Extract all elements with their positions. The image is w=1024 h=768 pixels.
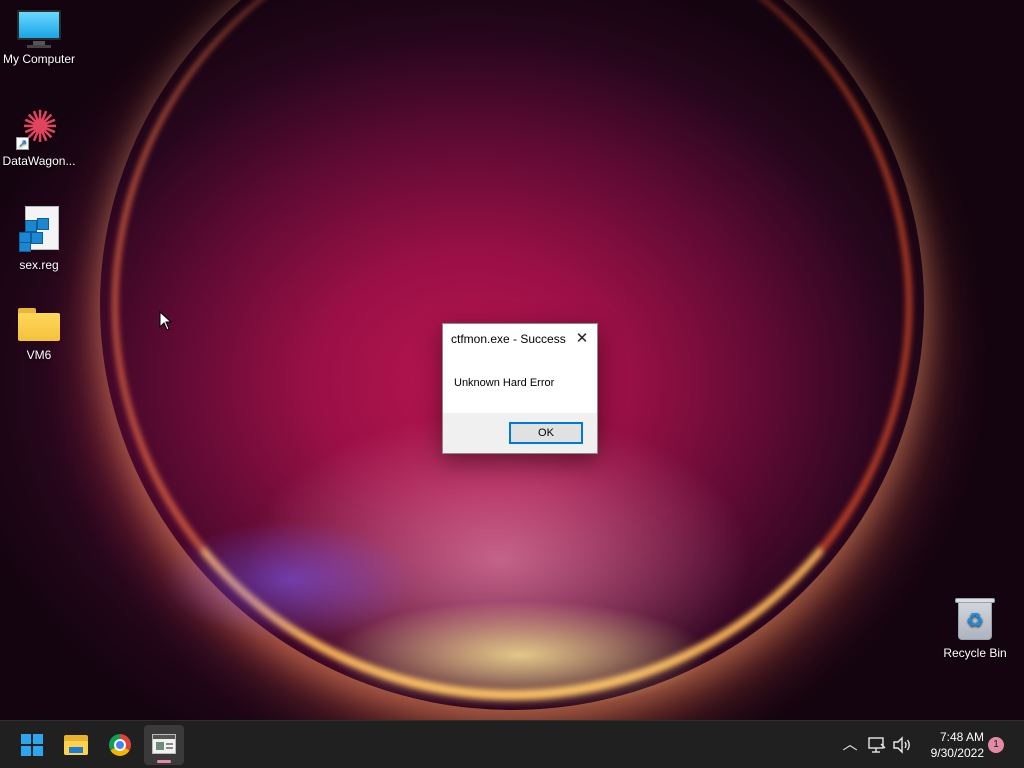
- active-indicator: [157, 760, 171, 763]
- dialog-footer: OK: [443, 413, 597, 453]
- taskbar-clock[interactable]: 7:48 AM 9/30/2022: [920, 729, 984, 761]
- taskbar-chrome[interactable]: [100, 725, 140, 765]
- mouse-cursor-icon: [159, 311, 173, 331]
- clock-date: 9/30/2022: [930, 746, 984, 760]
- monitor-icon: [17, 10, 61, 48]
- start-button[interactable]: [12, 725, 52, 765]
- desktop-icon-datawagon[interactable]: ✺ ↗ DataWagon...: [0, 103, 78, 169]
- desktop-icon-vm6[interactable]: VM6: [0, 304, 78, 362]
- desktop-icon-my-computer[interactable]: My Computer: [0, 10, 78, 66]
- taskbar: ︿ 7:48 AM 9/30/2022 1: [0, 720, 1024, 768]
- desktop-icon-label: VM6: [26, 348, 52, 362]
- dialog-title: ctfmon.exe - Success: [451, 332, 566, 346]
- taskbar-active-window[interactable]: [144, 725, 184, 765]
- recycle-bin-icon: ♻: [955, 596, 995, 642]
- app-window-icon: [152, 734, 176, 754]
- notification-badge[interactable]: 1: [988, 737, 1004, 753]
- app-shortcut-icon: ✺ ↗: [16, 103, 59, 152]
- chrome-icon: [109, 734, 131, 756]
- desktop-icon-label: sex.reg: [19, 258, 59, 272]
- message-dialog: ctfmon.exe - Success ✕ Unknown Hard Erro…: [442, 323, 598, 454]
- wallpaper-gold-glow: [330, 600, 710, 710]
- clock-time: 7:48 AM: [939, 730, 984, 744]
- close-icon[interactable]: ✕: [571, 329, 593, 349]
- network-icon[interactable]: [867, 735, 887, 755]
- desktop-icon-label: DataWagon...: [2, 154, 76, 168]
- folder-icon: [17, 304, 61, 344]
- file-explorer-icon: [64, 735, 88, 755]
- desktop-icon-recycle-bin[interactable]: ♻ Recycle Bin: [936, 596, 1014, 660]
- desktop-icon-label: My Computer: [2, 52, 76, 66]
- dialog-message: Unknown Hard Error: [454, 377, 555, 389]
- desktop-icon-sex-reg[interactable]: sex.reg: [0, 206, 78, 272]
- chevron-up-icon[interactable]: ︿: [839, 733, 861, 757]
- volume-icon[interactable]: [892, 735, 912, 755]
- ok-button[interactable]: OK: [509, 422, 583, 444]
- desktop-icon-label: Recycle Bin: [943, 646, 1007, 660]
- dialog-titlebar[interactable]: ctfmon.exe - Success ✕: [443, 324, 597, 354]
- registry-file-icon: [17, 206, 61, 254]
- windows-start-icon: [21, 734, 43, 756]
- taskbar-file-explorer[interactable]: [56, 725, 96, 765]
